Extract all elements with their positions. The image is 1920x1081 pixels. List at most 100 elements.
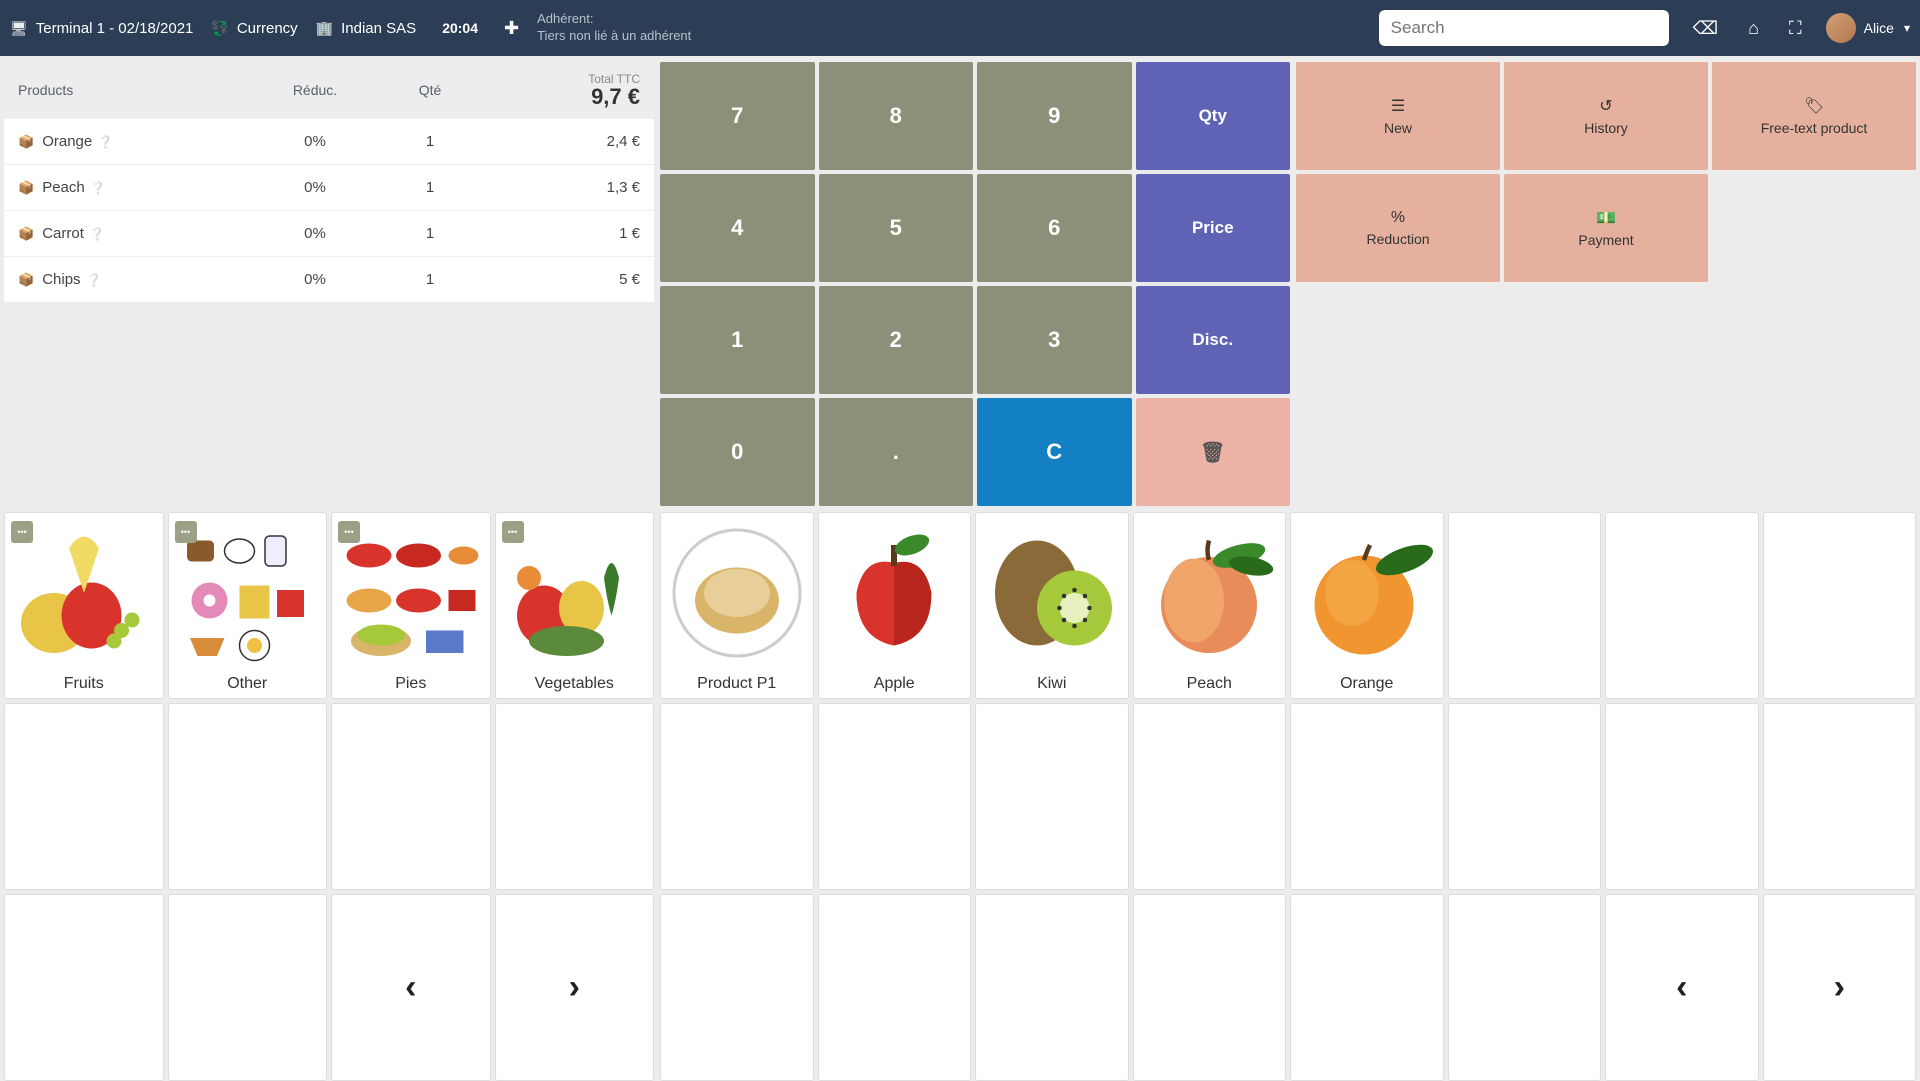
adherent-label: Adhérent:: [537, 11, 691, 28]
key-price[interactable]: Price: [1136, 174, 1291, 282]
invoice-row[interactable]: 📦Chips❔ 0% 1 5 €: [4, 256, 654, 302]
adherent-sub: Tiers non lié à un adhérent: [537, 28, 691, 45]
key-4[interactable]: 4: [660, 174, 815, 282]
empty-tile: [1133, 703, 1287, 890]
empty-tile: [1290, 894, 1444, 1081]
col-qte: Qté: [370, 82, 490, 98]
search-input[interactable]: [1379, 10, 1669, 46]
user-menu[interactable]: Alice ▾: [1826, 13, 1910, 43]
cube-icon: 📦: [18, 180, 34, 195]
product-label: Orange: [1340, 673, 1393, 697]
key-7[interactable]: 7: [660, 62, 815, 170]
empty-tile: [1448, 703, 1602, 890]
tag-icon: 🏷: [1804, 96, 1824, 116]
tag-icon: •••: [175, 521, 197, 543]
empty-tile: [818, 894, 972, 1081]
product-next-button[interactable]: ›: [1763, 894, 1917, 1081]
key-dot[interactable]: .: [819, 398, 974, 506]
product-orange[interactable]: Orange: [1290, 512, 1444, 699]
product-apple[interactable]: Apple: [818, 512, 972, 699]
terminal-icon: 🖥: [10, 20, 28, 37]
key-9[interactable]: 9: [977, 62, 1132, 170]
category-label: Fruits: [64, 673, 104, 697]
empty-tile: [1133, 894, 1287, 1081]
empty-tile: [495, 703, 655, 890]
info-icon: ❔: [90, 227, 105, 241]
empty-tile: [1605, 703, 1759, 890]
chevron-left-icon: ‹: [405, 968, 416, 1007]
key-1[interactable]: 1: [660, 286, 815, 394]
terminal-label: Terminal 1 - 02/18/2021: [36, 20, 194, 37]
fullscreen-icon[interactable]: ⛶: [1783, 18, 1808, 39]
tag-icon: •••: [338, 521, 360, 543]
topbar: 🖥 Terminal 1 - 02/18/2021 💱 Currency 🏢 I…: [0, 0, 1920, 56]
info-icon: ❔: [87, 273, 102, 287]
category-pies[interactable]: ••• Pies: [331, 512, 491, 699]
action-payment[interactable]: 💵Payment: [1504, 174, 1708, 282]
empty-tile: [1763, 512, 1917, 699]
terminal-info[interactable]: 🖥 Terminal 1 - 02/18/2021: [10, 20, 193, 37]
key-6[interactable]: 6: [977, 174, 1132, 282]
home-icon[interactable]: ⌂: [1742, 18, 1765, 39]
key-clear[interactable]: C: [977, 398, 1132, 506]
key-delete[interactable]: 🗑: [1136, 398, 1291, 506]
product-prev-button[interactable]: ‹: [1605, 894, 1759, 1081]
invoice-row[interactable]: 📦Peach❔ 0% 1 1,3 €: [4, 164, 654, 210]
add-button[interactable]: ✚: [504, 18, 519, 39]
avatar: [1826, 13, 1856, 43]
category-label: Pies: [395, 673, 426, 697]
product-kiwi[interactable]: Kiwi: [975, 512, 1129, 699]
percent-icon: %: [1391, 209, 1405, 227]
invoice-row[interactable]: 📦Carrot❔ 0% 1 1 €: [4, 210, 654, 256]
clock: 20:04: [442, 20, 478, 36]
action-freetext[interactable]: 🏷Free-text product: [1712, 62, 1916, 170]
key-8[interactable]: 8: [819, 62, 974, 170]
category-next-button[interactable]: ›: [495, 894, 655, 1081]
info-icon: ❔: [91, 181, 106, 195]
empty-tile: [1448, 512, 1602, 699]
action-history[interactable]: ↺History: [1504, 62, 1708, 170]
action-reduction[interactable]: %Reduction: [1296, 174, 1500, 282]
empty-tile: [1605, 512, 1759, 699]
empty-tile: [331, 703, 491, 890]
tag-icon: •••: [11, 521, 33, 543]
product-p1[interactable]: Product P1: [660, 512, 814, 699]
category-vegetables[interactable]: ••• Vegetables: [495, 512, 655, 699]
tag-icon: •••: [502, 521, 524, 543]
key-5[interactable]: 5: [819, 174, 974, 282]
actions-panel: ☰New ↺History 🏷Free-text product %Reduct…: [1296, 62, 1916, 506]
company-label: Indian SAS: [341, 20, 416, 37]
backspace-icon[interactable]: ⌫: [1687, 18, 1724, 39]
info-icon: ❔: [98, 135, 113, 149]
company-info[interactable]: 🏢 Indian SAS: [316, 20, 417, 37]
empty-tile: [975, 894, 1129, 1081]
cube-icon: 📦: [18, 272, 34, 287]
invoice-row[interactable]: 📦Orange❔ 0% 1 2,4 €: [4, 118, 654, 164]
currency-info[interactable]: 💱 Currency: [211, 20, 297, 37]
category-other[interactable]: ••• Other: [168, 512, 328, 699]
col-total: Total TTC 9,7 €: [490, 72, 640, 108]
invoice-header: Products Réduc. Qté Total TTC 9,7 €: [4, 62, 654, 118]
empty-tile: [660, 703, 814, 890]
key-2[interactable]: 2: [819, 286, 974, 394]
key-0[interactable]: 0: [660, 398, 815, 506]
action-new[interactable]: ☰New: [1296, 62, 1500, 170]
cube-icon: 📦: [18, 134, 34, 149]
empty-tile: [168, 703, 328, 890]
key-qty[interactable]: Qty: [1136, 62, 1291, 170]
empty-tile: [1290, 703, 1444, 890]
category-prev-button[interactable]: ‹: [331, 894, 491, 1081]
currency-label: Currency: [237, 20, 298, 37]
chevron-right-icon: ›: [569, 968, 580, 1007]
adherent-info: Adhérent: Tiers non lié à un adhérent: [537, 11, 691, 45]
col-products: Products: [18, 82, 260, 98]
category-fruits[interactable]: ••• Fruits: [4, 512, 164, 699]
chevron-right-icon: ›: [1834, 968, 1845, 1007]
product-label: Apple: [874, 673, 915, 697]
product-peach[interactable]: Peach: [1133, 512, 1287, 699]
key-disc[interactable]: Disc.: [1136, 286, 1291, 394]
keypad: 7 8 9 Qty 4 5 6 Price 1 2 3 Disc. 0 . C …: [660, 62, 1290, 506]
key-3[interactable]: 3: [977, 286, 1132, 394]
product-label: Peach: [1187, 673, 1232, 697]
category-label: Vegetables: [535, 673, 614, 697]
